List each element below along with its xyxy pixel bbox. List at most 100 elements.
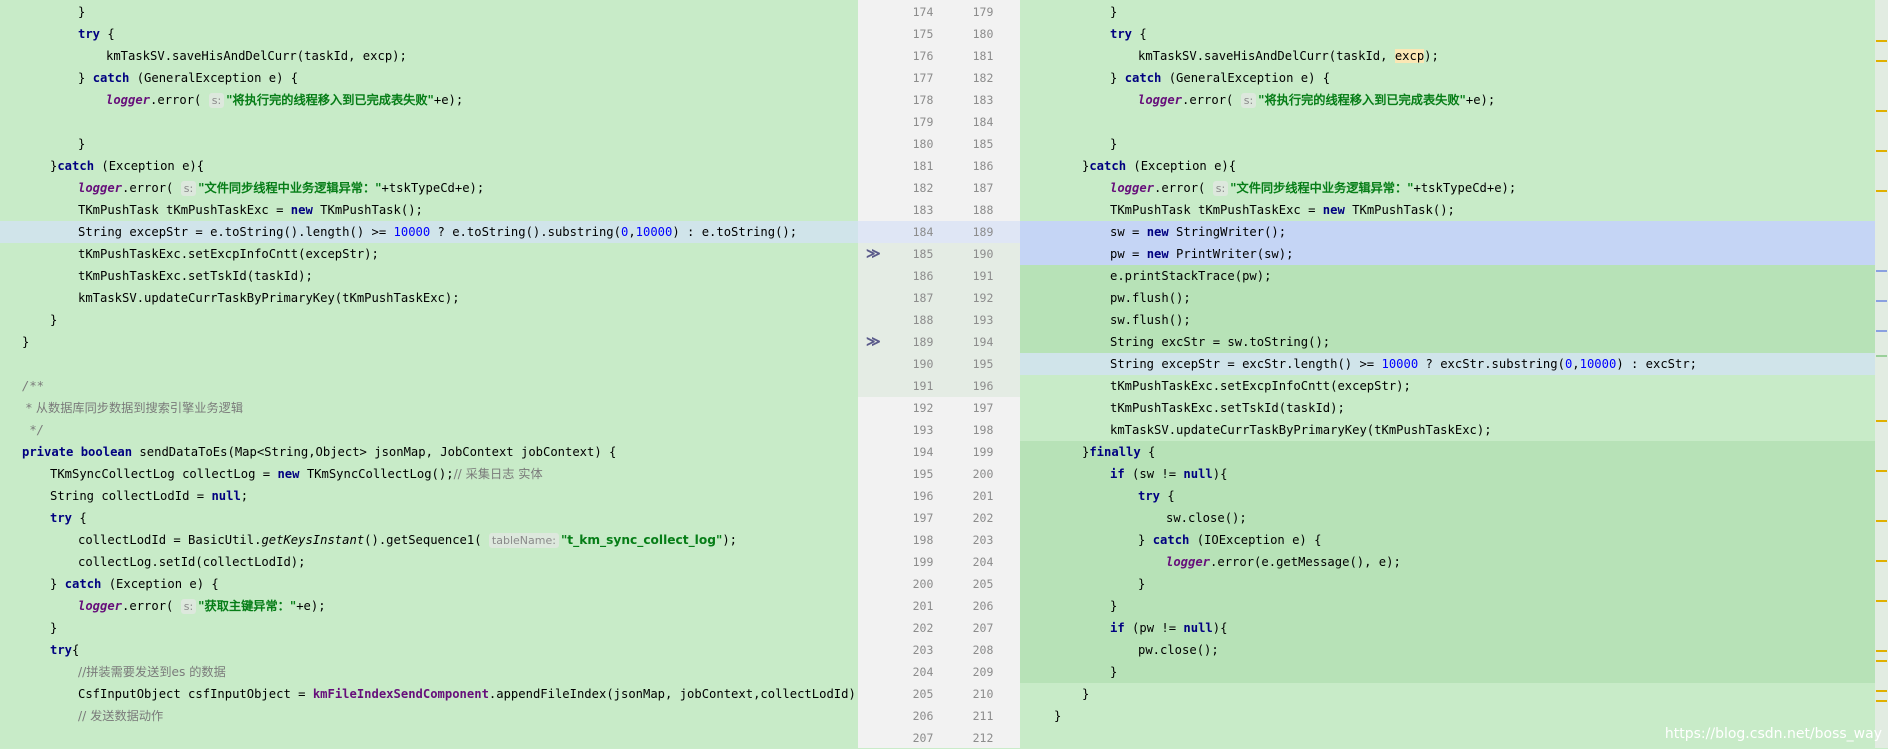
change-marker[interactable] xyxy=(1876,110,1887,112)
change-marker[interactable] xyxy=(1876,300,1887,302)
code-line[interactable]: TKmPushTask tKmPushTaskExc = new TKmPush… xyxy=(1020,199,1875,221)
code-line[interactable]: }finally { xyxy=(1020,441,1875,463)
code-line[interactable]: TKmPushTask tKmPushTaskExc = new TKmPush… xyxy=(0,199,858,221)
code-line[interactable]: try { xyxy=(0,23,858,45)
code-line[interactable]: tKmPushTaskExc.setTskId(taskId); xyxy=(0,265,858,287)
code-line[interactable]: } xyxy=(1020,683,1875,705)
code-line[interactable]: }catch (Exception e){ xyxy=(1020,155,1875,177)
change-marker[interactable] xyxy=(1876,40,1887,42)
code-line[interactable]: pw.flush(); xyxy=(1020,287,1875,309)
code-line[interactable] xyxy=(0,111,858,133)
code-line[interactable]: sw.flush(); xyxy=(1020,309,1875,331)
code-line[interactable]: } xyxy=(0,617,858,639)
code-line[interactable]: tKmPushTaskExc.setExcpInfoCntt(excepStr)… xyxy=(0,243,858,265)
code-line[interactable]: } xyxy=(0,1,858,23)
code-line[interactable]: sw.close(); xyxy=(1020,507,1875,529)
change-marker[interactable] xyxy=(1876,330,1887,332)
code-line[interactable]: sw = new StringWriter(); xyxy=(1020,221,1875,243)
change-marker[interactable] xyxy=(1876,660,1887,662)
code-line[interactable]: } catch (GeneralException e) { xyxy=(0,67,858,89)
code-line[interactable]: } xyxy=(1020,705,1875,727)
right-editor-pane[interactable]: } try {kmTaskSV.saveHisAndDelCurr(taskId,… xyxy=(1020,0,1875,748)
code-text: logger.error(e.getMessage(), e); xyxy=(1166,551,1401,573)
code-token: catch xyxy=(92,71,130,85)
change-marker[interactable] xyxy=(1876,600,1887,602)
code-line[interactable]: try { xyxy=(1020,485,1875,507)
code-line[interactable]: }catch (Exception e){ xyxy=(0,155,858,177)
code-line[interactable]: logger.error( s: "文件同步线程中业务逻辑异常："+tskType… xyxy=(0,177,858,199)
change-marker[interactable] xyxy=(1876,60,1887,62)
code-line[interactable]: pw = new PrintWriter(sw); xyxy=(1020,243,1875,265)
code-line[interactable]: } xyxy=(0,133,858,155)
code-line[interactable]: } xyxy=(1020,573,1875,595)
code-token: sendDataToEs(Map<String,Object> jsonMap,… xyxy=(132,445,617,459)
code-line[interactable]: //拼装需要发送到es 的数据 xyxy=(0,661,858,683)
code-line[interactable]: collectLodId = BasicUtil.getKeysInstant(… xyxy=(0,529,858,551)
code-line[interactable]: } catch (Exception e) { xyxy=(0,573,858,595)
code-line[interactable]: logger.error(e.getMessage(), e); xyxy=(1020,551,1875,573)
change-marker[interactable] xyxy=(1876,355,1887,357)
code-line[interactable]: } catch (IOException e) { xyxy=(1020,529,1875,551)
change-marker[interactable] xyxy=(1876,470,1887,472)
left-editor-pane[interactable]: } try {kmTaskSV.saveHisAndDelCurr(taskId,… xyxy=(0,0,858,748)
code-line[interactable]: try { xyxy=(0,507,858,529)
code-line[interactable]: logger.error( s: "将执行完的线程移入到已完成表失败"+e); xyxy=(0,89,858,111)
code-line[interactable]: tKmPushTaskExc.setExcpInfoCntt(excepStr)… xyxy=(1020,375,1875,397)
apply-change-arrow-icon[interactable]: ≫ xyxy=(866,331,881,353)
code-token: private xyxy=(22,445,74,459)
code-line[interactable]: try{ xyxy=(0,639,858,661)
code-line[interactable]: } xyxy=(0,309,858,331)
code-line[interactable]: * 从数据库同步数据到搜索引擎业务逻辑 xyxy=(0,397,858,419)
change-marker[interactable] xyxy=(1876,190,1887,192)
code-line[interactable]: } xyxy=(1020,661,1875,683)
code-line[interactable]: // 发送数据动作 xyxy=(0,705,858,727)
code-line[interactable]: kmTaskSV.saveHisAndDelCurr(taskId, excp)… xyxy=(1020,45,1875,67)
code-line[interactable] xyxy=(1020,111,1875,133)
code-token: } xyxy=(22,335,30,349)
code-line[interactable]: kmTaskSV.saveHisAndDelCurr(taskId, excp)… xyxy=(0,45,858,67)
change-marker[interactable] xyxy=(1876,150,1887,152)
code-line[interactable]: String excepStr = excStr.length() >= 100… xyxy=(1020,353,1875,375)
change-marker[interactable] xyxy=(1876,650,1887,652)
code-line[interactable]: /** xyxy=(0,375,858,397)
code-line[interactable]: private boolean sendDataToEs(Map<String,… xyxy=(0,441,858,463)
code-token: kmTaskSV.updateCurrTaskByPrimaryKey(tKmP… xyxy=(78,291,460,305)
code-line[interactable]: collectLog.setId(collectLodId); xyxy=(0,551,858,573)
code-line[interactable]: String collectLodId = null; xyxy=(0,485,858,507)
code-line[interactable]: */ xyxy=(0,419,858,441)
code-line[interactable]: String excepStr = e.toString().length() … xyxy=(0,221,858,243)
code-line[interactable]: String excStr = sw.toString(); xyxy=(1020,331,1875,353)
code-line[interactable]: TKmSyncCollectLog collectLog = new TKmSy… xyxy=(0,463,858,485)
gutter-row: 183 188 xyxy=(858,199,1020,221)
code-line[interactable]: pw.close(); xyxy=(1020,639,1875,661)
change-marker[interactable] xyxy=(1876,690,1887,692)
code-line[interactable]: } catch (GeneralException e) { xyxy=(1020,67,1875,89)
change-marker[interactable] xyxy=(1876,420,1887,422)
code-line[interactable]: logger.error( s: "将执行完的线程移入到已完成表失败"+e); xyxy=(1020,89,1875,111)
code-line[interactable]: kmTaskSV.updateCurrTaskByPrimaryKey(tKmP… xyxy=(0,287,858,309)
code-line[interactable]: logger.error( s: "文件同步线程中业务逻辑异常："+tskType… xyxy=(1020,177,1875,199)
code-token: "文件同步线程中业务逻辑异常：" xyxy=(198,181,382,195)
change-marker[interactable] xyxy=(1876,700,1887,702)
code-token: logger xyxy=(78,181,123,195)
code-line[interactable] xyxy=(0,353,858,375)
change-marker[interactable] xyxy=(1876,270,1887,272)
diff-change-markers[interactable] xyxy=(1875,0,1888,748)
code-line[interactable]: tKmPushTaskExc.setTskId(taskId); xyxy=(1020,397,1875,419)
change-marker[interactable] xyxy=(1876,560,1887,562)
code-line[interactable]: e.printStackTrace(pw); xyxy=(1020,265,1875,287)
code-line[interactable]: logger.error( s: "获取主键异常："+e); xyxy=(0,595,858,617)
change-marker[interactable] xyxy=(1876,520,1887,522)
code-line[interactable]: } xyxy=(0,331,858,353)
code-line[interactable]: try { xyxy=(1020,23,1875,45)
code-line[interactable]: kmTaskSV.updateCurrTaskByPrimaryKey(tKmP… xyxy=(1020,419,1875,441)
code-line[interactable]: CsfInputObject csfInputObject = kmFileIn… xyxy=(0,683,858,705)
code-line[interactable]: } xyxy=(1020,1,1875,23)
code-line[interactable]: } xyxy=(1020,595,1875,617)
apply-change-arrow-icon[interactable]: ≫ xyxy=(866,243,881,265)
code-line[interactable]: if (sw != null){ xyxy=(1020,463,1875,485)
code-line[interactable]: } xyxy=(1020,133,1875,155)
code-line[interactable]: if (pw != null){ xyxy=(1020,617,1875,639)
code-token: { xyxy=(72,511,87,525)
code-token: } xyxy=(1054,709,1062,723)
